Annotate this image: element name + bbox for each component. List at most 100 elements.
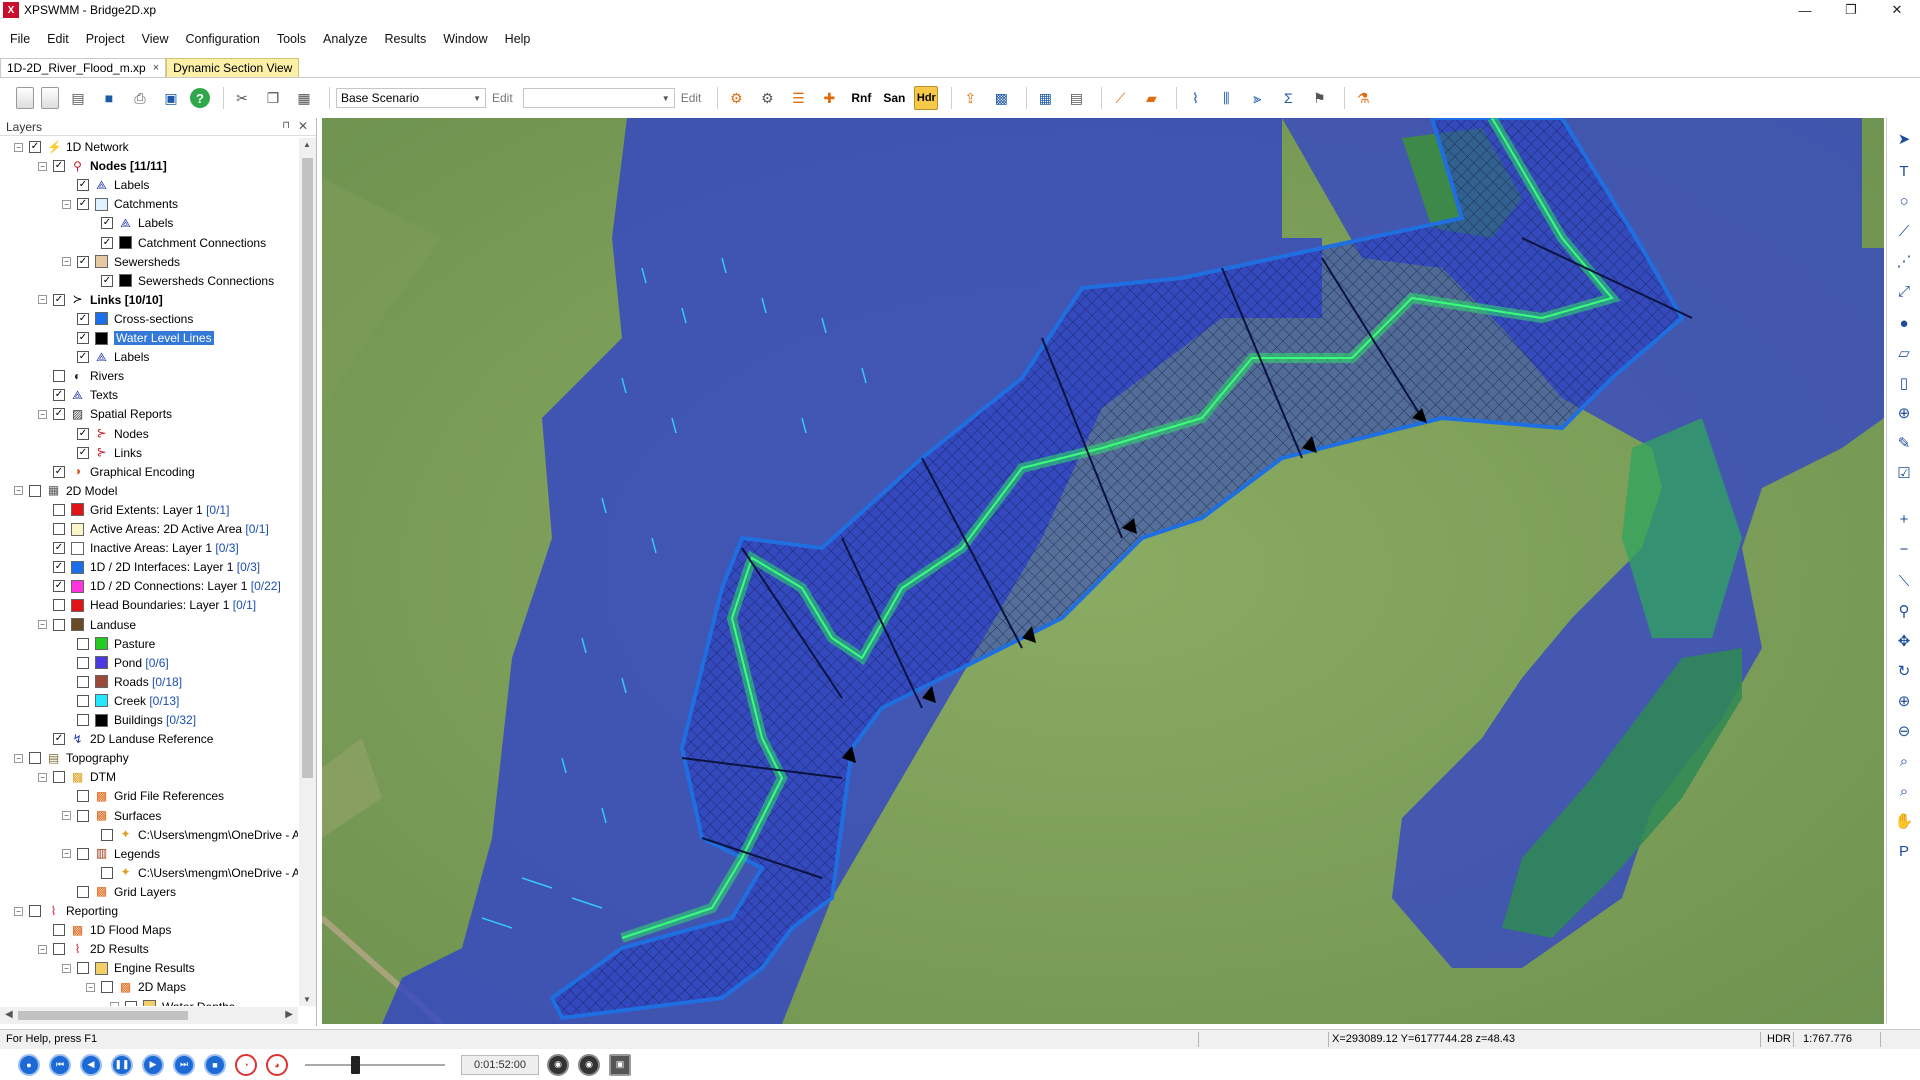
layer-visibility-checkbox[interactable]: ✓ — [53, 542, 65, 555]
link-tool-icon[interactable]: ⟋ — [1108, 86, 1132, 110]
collapse-toggle-icon[interactable]: − — [62, 811, 71, 820]
layer-row[interactable]: Active Areas: 2D Active Area [0/1] — [38, 520, 269, 538]
layer-row[interactable]: ✓ Cross-sections — [62, 310, 193, 328]
layer-visibility-checkbox[interactable]: ✓ — [53, 293, 65, 306]
map-canvas[interactable] — [322, 118, 1884, 1024]
timer-icon[interactable]: ◔ — [235, 1053, 257, 1076]
cut-icon[interactable]: ✂ — [230, 86, 254, 110]
layer-visibility-checkbox[interactable]: ✓ — [53, 160, 65, 173]
measure-icon[interactable]: ⟍ — [1895, 572, 1913, 590]
tab-river-flood[interactable]: 1D-2D_River_Flood_m.xp × — [0, 58, 167, 77]
layer-row[interactable]: − Engine Results — [62, 959, 195, 977]
layer-row[interactable]: ✓ ⟁ Labels — [62, 348, 149, 366]
layer-visibility-checkbox[interactable] — [101, 981, 113, 994]
layer-row[interactable]: − ▩ Surfaces — [62, 807, 161, 825]
polygon-icon[interactable]: ▱ — [1895, 344, 1913, 362]
layer-row[interactable]: ✓ ⊱ Nodes — [62, 425, 149, 443]
paste-icon[interactable]: ▦ — [292, 86, 316, 110]
layer-visibility-checkbox[interactable]: ✓ — [77, 351, 89, 364]
collapse-toggle-icon[interactable]: − — [110, 1002, 119, 1006]
collapse-toggle-icon[interactable]: − — [38, 944, 47, 954]
layer-row[interactable]: Pasture — [62, 635, 155, 653]
collapse-toggle-icon[interactable]: − — [38, 295, 47, 305]
zoom-window-icon[interactable]: ⌕ — [1895, 752, 1913, 770]
layer-row[interactable]: ✦ C:\Users\mengm\OneDrive - A — [86, 826, 298, 844]
profile-tool-icon[interactable]: P — [1895, 842, 1913, 860]
layer-visibility-checkbox[interactable] — [77, 962, 89, 975]
refresh-icon[interactable]: ↻ — [1895, 662, 1913, 680]
layer-visibility-checkbox[interactable] — [101, 828, 113, 841]
layer-visibility-checkbox[interactable] — [53, 523, 65, 535]
layer-visibility-checkbox[interactable]: ✓ — [77, 198, 89, 211]
secondary-edit-button[interactable]: Edit — [681, 91, 702, 105]
layer-visibility-checkbox[interactable]: ✓ — [53, 561, 65, 574]
document-icon[interactable]: ▯ — [1895, 374, 1913, 392]
layer-visibility-checkbox[interactable] — [29, 905, 41, 917]
layer-visibility-checkbox[interactable] — [77, 790, 89, 803]
layer-row[interactable]: ✓ 1D / 2D Interfaces: Layer 1 [0/3] — [38, 558, 260, 576]
layer-row[interactable]: − ▩ DTM — [38, 768, 116, 786]
menu-view[interactable]: View — [142, 32, 169, 46]
close-button[interactable]: ✕ — [1874, 0, 1920, 20]
minimize-button[interactable]: — — [1782, 0, 1828, 20]
tab-dynamic-section-view[interactable]: Dynamic Section View — [166, 58, 300, 77]
layer-row[interactable]: − ✓ Catchments — [62, 195, 178, 213]
layer-visibility-checkbox[interactable] — [77, 714, 89, 726]
target-icon[interactable]: ⊕ — [1895, 404, 1913, 422]
layer-row[interactable]: Grid Extents: Layer 1 [0/1] — [38, 501, 229, 519]
tab-close-icon[interactable]: × — [153, 62, 159, 74]
camera-icon[interactable]: ▣ — [609, 1053, 631, 1076]
layer-row[interactable]: ✓ ◑ Graphical Encoding — [38, 463, 195, 481]
menu-results[interactable]: Results — [385, 32, 427, 46]
layer-row[interactable]: Roads [0/18] — [62, 673, 182, 691]
new-file-icon[interactable] — [16, 87, 34, 109]
collapse-toggle-icon[interactable]: − — [62, 257, 71, 267]
collapse-toggle-icon[interactable]: − — [38, 772, 47, 782]
save-icon[interactable]: ■ — [97, 86, 121, 110]
play-icon[interactable]: ▶ — [142, 1053, 164, 1076]
layer-row[interactable]: ▩ Grid Layers — [62, 883, 176, 901]
layer-row[interactable]: ✓ ⟁ Labels — [62, 176, 149, 194]
layer-visibility-checkbox[interactable]: ✓ — [53, 389, 65, 402]
secondary-select[interactable]: ▼ — [522, 88, 675, 108]
layer-row[interactable]: ✓ ⊱ Links — [62, 444, 142, 462]
layer-visibility-checkbox[interactable]: ✓ — [29, 141, 41, 153]
menu-analyze[interactable]: Analyze — [323, 32, 367, 46]
layer-visibility-checkbox[interactable]: ✓ — [53, 408, 65, 421]
hydraulics-mode-button[interactable]: Hdr — [914, 86, 939, 110]
layer-row[interactable]: ✦ C:\Users\mengm\OneDrive - A — [86, 864, 298, 882]
scroll-down-icon[interactable]: ▼ — [303, 995, 311, 1004]
alarm-icon[interactable]: ◕ — [266, 1053, 288, 1076]
layer-row[interactable]: ◐ Rivers — [38, 367, 124, 385]
plus-icon[interactable]: + — [1895, 510, 1913, 528]
restore-button[interactable]: ❐ — [1828, 0, 1874, 20]
chart-icon[interactable]: ☑ — [1895, 464, 1913, 482]
crosshair-icon[interactable]: ✚ — [817, 86, 841, 110]
layers-stack-icon[interactable]: ☰ — [786, 86, 810, 110]
layer-row[interactable]: ▩ Grid File References — [62, 787, 224, 805]
layer-visibility-checkbox[interactable] — [53, 599, 65, 612]
collapse-toggle-icon[interactable]: − — [14, 753, 23, 763]
layer-row[interactable]: ✓ 1D / 2D Connections: Layer 1 [0/22] — [38, 577, 281, 595]
layer-row[interactable]: ✓ ⟁ Labels — [86, 214, 173, 232]
layer-row[interactable]: − ▩ 2D Maps — [86, 978, 186, 996]
layer-visibility-checkbox[interactable]: ✓ — [77, 446, 89, 459]
move-icon[interactable]: ✥ — [1895, 632, 1913, 650]
pin-node-icon[interactable]: ⚲ — [1895, 602, 1913, 620]
menu-project[interactable]: Project — [86, 32, 125, 46]
stats-icon[interactable]: ⫸ — [1245, 86, 1269, 110]
pin-icon[interactable]: ⊓ — [282, 120, 290, 131]
scroll-left-icon[interactable]: ◀ — [5, 1009, 13, 1020]
sum-icon[interactable]: Σ — [1276, 86, 1300, 110]
runoff-mode-button[interactable]: Rnf — [848, 86, 874, 110]
line-tool-icon[interactable]: ⟋ — [1895, 222, 1913, 240]
select-arrow-icon[interactable]: ➤ — [1895, 130, 1913, 148]
layer-row[interactable]: ✓ Water Level Lines — [62, 329, 215, 347]
copy-icon[interactable]: ❐ — [261, 86, 285, 110]
compass-icon[interactable]: ● — [1895, 314, 1913, 332]
layer-visibility-checkbox[interactable] — [53, 503, 65, 516]
layer-visibility-checkbox[interactable] — [77, 694, 89, 707]
layer-row[interactable]: − Landuse — [38, 616, 136, 634]
print-icon[interactable]: ⎙ — [128, 86, 152, 110]
layer-visibility-checkbox[interactable] — [77, 885, 89, 898]
